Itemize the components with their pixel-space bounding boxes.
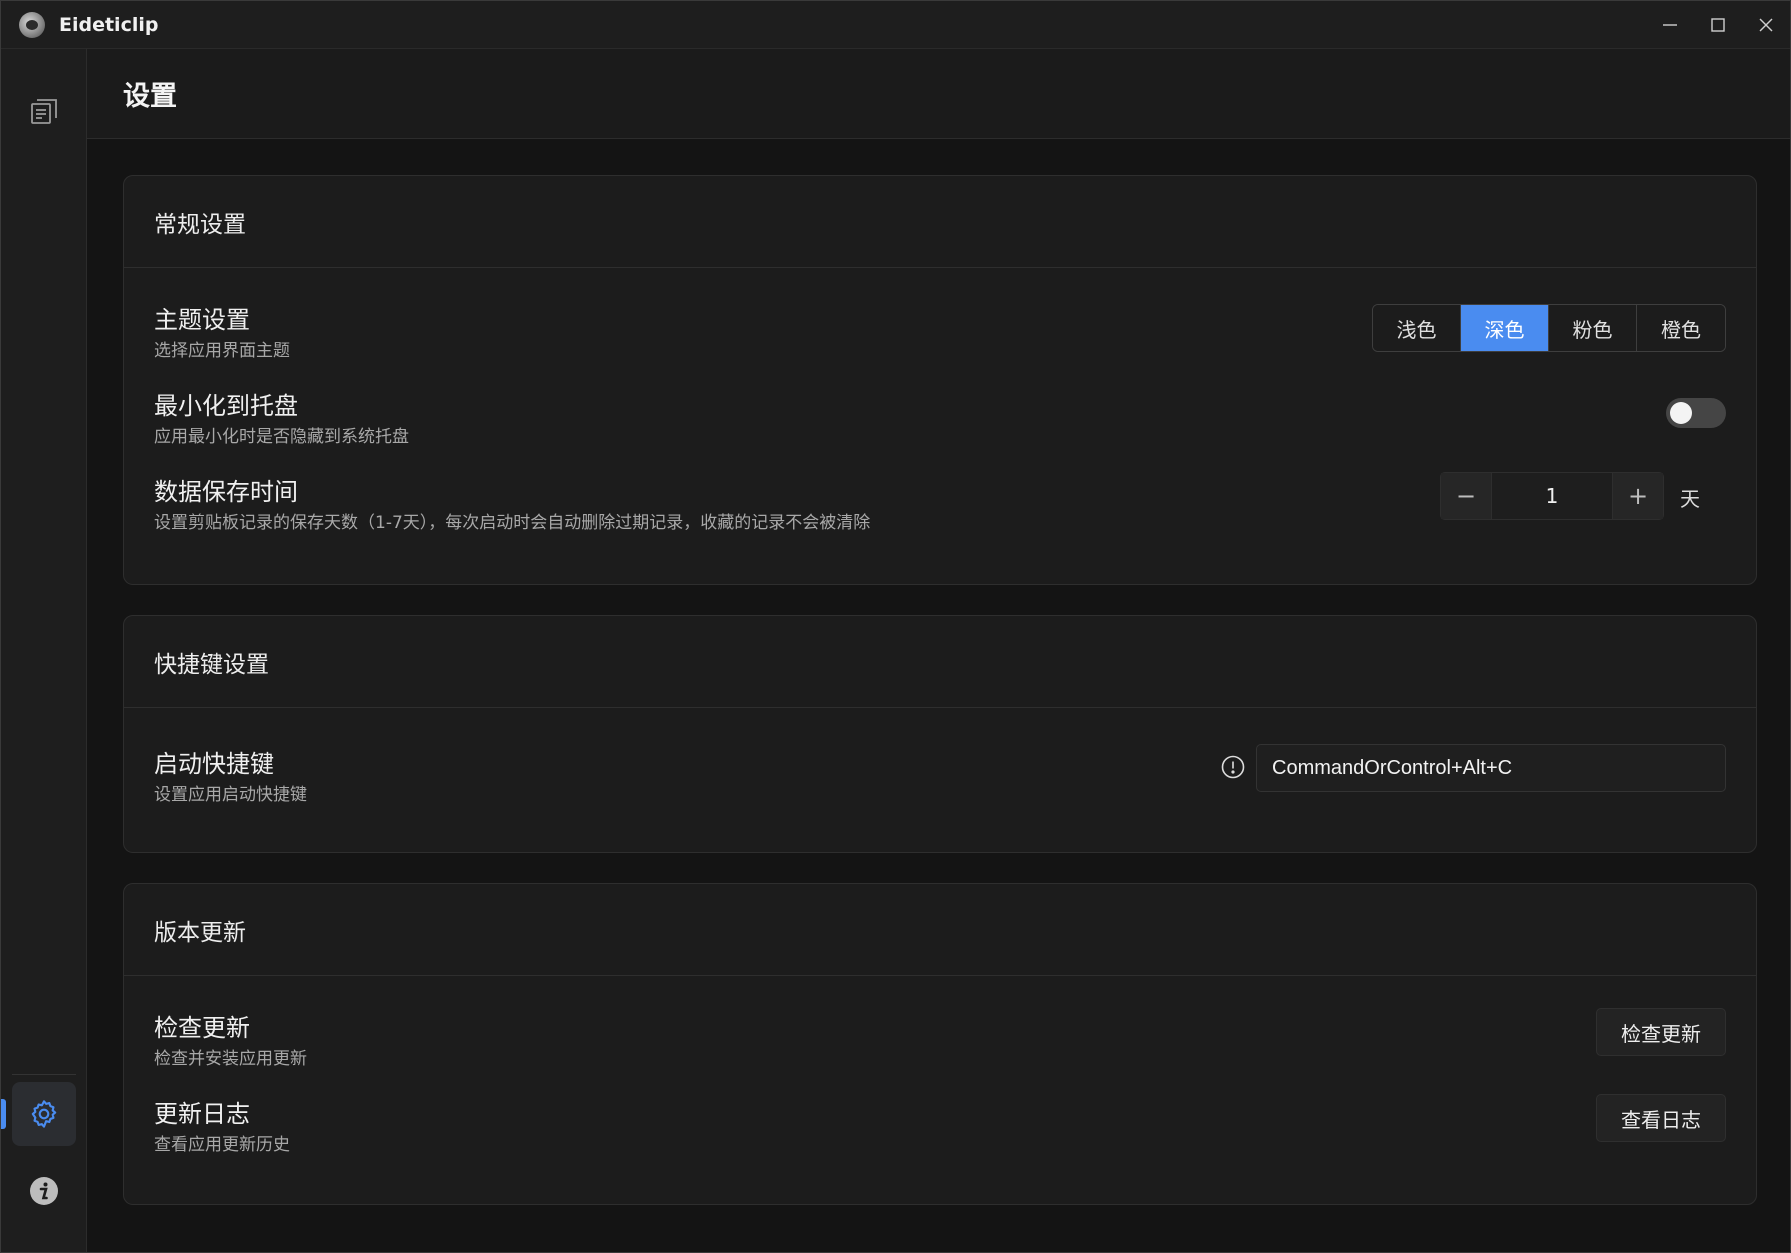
page-title: 设置 [123, 81, 177, 112]
launch-shortcut-row: 启动快捷键 设置应用启动快捷键 [154, 744, 1726, 814]
card-header: 常规设置 [124, 176, 1756, 268]
retention-setting-row: 数据保存时间 设置剪贴板记录的保存天数（1-7天），每次启动时会自动删除过期记录… [154, 472, 1726, 542]
theme-option-pink[interactable]: 粉色 [1549, 305, 1637, 351]
view-log-button[interactable]: 查看日志 [1596, 1094, 1726, 1142]
sidebar-item-clipboard[interactable] [12, 79, 76, 143]
setting-title: 启动快捷键 [154, 750, 274, 778]
setting-desc: 设置应用启动快捷键 [154, 785, 307, 805]
clipboard-list-icon [31, 99, 57, 124]
card-title: 常规设置 [154, 211, 246, 238]
title-bar: Eideticlip [1, 1, 1790, 49]
setting-title: 更新日志 [154, 1100, 250, 1128]
page-header: 设置 [87, 49, 1790, 139]
setting-desc: 设置剪贴板记录的保存天数（1-7天），每次启动时会自动删除过期记录，收藏的记录不… [154, 513, 871, 533]
setting-title: 主题设置 [154, 306, 250, 334]
update-settings-card: 版本更新 检查更新 检查并安装应用更新 检查更新 更新日志 查看应用更新历史 查… [123, 883, 1757, 1205]
tray-toggle[interactable] [1666, 398, 1726, 428]
minimize-button[interactable] [1646, 1, 1694, 49]
theme-option-orange[interactable]: 橙色 [1637, 305, 1725, 351]
active-indicator [1, 1099, 6, 1129]
retention-value[interactable]: 1 [1491, 473, 1613, 519]
card-title: 版本更新 [154, 919, 246, 946]
sidebar-divider [12, 1074, 76, 1075]
setting-desc: 应用最小化时是否隐藏到系统托盘 [154, 427, 409, 447]
sidebar-item-about[interactable] [12, 1159, 76, 1223]
minimize-icon [1663, 24, 1677, 26]
app-logo-icon [19, 11, 45, 38]
shortcut-settings-card: 快捷键设置 启动快捷键 设置应用启动快捷键 [123, 615, 1757, 853]
setting-desc: 选择应用界面主题 [154, 341, 290, 361]
gear-icon [31, 1100, 57, 1128]
window-controls [1646, 1, 1790, 49]
theme-option-light[interactable]: 浅色 [1373, 305, 1461, 351]
setting-desc: 检查并安装应用更新 [154, 1049, 307, 1069]
changelog-row: 更新日志 查看应用更新历史 查看日志 [154, 1094, 1726, 1164]
card-header: 版本更新 [124, 884, 1756, 976]
card-header: 快捷键设置 [124, 616, 1756, 708]
theme-setting-row: 主题设置 选择应用界面主题 浅色 深色 粉色 橙色 [154, 300, 1726, 370]
toggle-knob [1670, 402, 1692, 424]
maximize-button[interactable] [1694, 1, 1742, 49]
check-update-button[interactable]: 检查更新 [1596, 1008, 1726, 1056]
info-circle-icon[interactable] [1220, 754, 1246, 780]
theme-option-dark[interactable]: 深色 [1461, 305, 1549, 351]
app-title: Eideticlip [59, 13, 159, 36]
increment-button[interactable]: + [1613, 473, 1663, 519]
sidebar [1, 49, 87, 1252]
setting-title: 数据保存时间 [154, 478, 298, 506]
sidebar-item-settings[interactable] [12, 1082, 76, 1146]
info-icon [30, 1177, 58, 1205]
decrement-button[interactable]: − [1441, 473, 1491, 519]
card-title: 快捷键设置 [154, 651, 269, 678]
setting-title: 最小化到托盘 [154, 392, 298, 420]
close-icon [1759, 18, 1773, 32]
close-button[interactable] [1742, 1, 1790, 49]
maximize-icon [1711, 18, 1725, 32]
tray-setting-row: 最小化到托盘 应用最小化时是否隐藏到系统托盘 [154, 386, 1726, 456]
theme-selector: 浅色 深色 粉色 橙色 [1372, 304, 1726, 352]
general-settings-card: 常规设置 主题设置 选择应用界面主题 浅色 深色 粉色 橙色 最小化到托盘 应用… [123, 175, 1757, 585]
setting-title: 检查更新 [154, 1014, 250, 1042]
main-content: 设置 常规设置 主题设置 选择应用界面主题 浅色 深色 粉色 橙色 最小化到托盘… [87, 49, 1790, 1252]
setting-desc: 查看应用更新历史 [154, 1135, 290, 1155]
app-window: Eideticlip 设置 常规设置 主题设置 选择应用界面主题 浅色 深色 粉… [0, 0, 1791, 1253]
shortcut-input[interactable] [1256, 744, 1726, 792]
unit-label: 天 [1680, 487, 1700, 511]
check-update-row: 检查更新 检查并安装应用更新 检查更新 [154, 1008, 1726, 1078]
retention-stepper: − 1 + [1440, 472, 1664, 520]
